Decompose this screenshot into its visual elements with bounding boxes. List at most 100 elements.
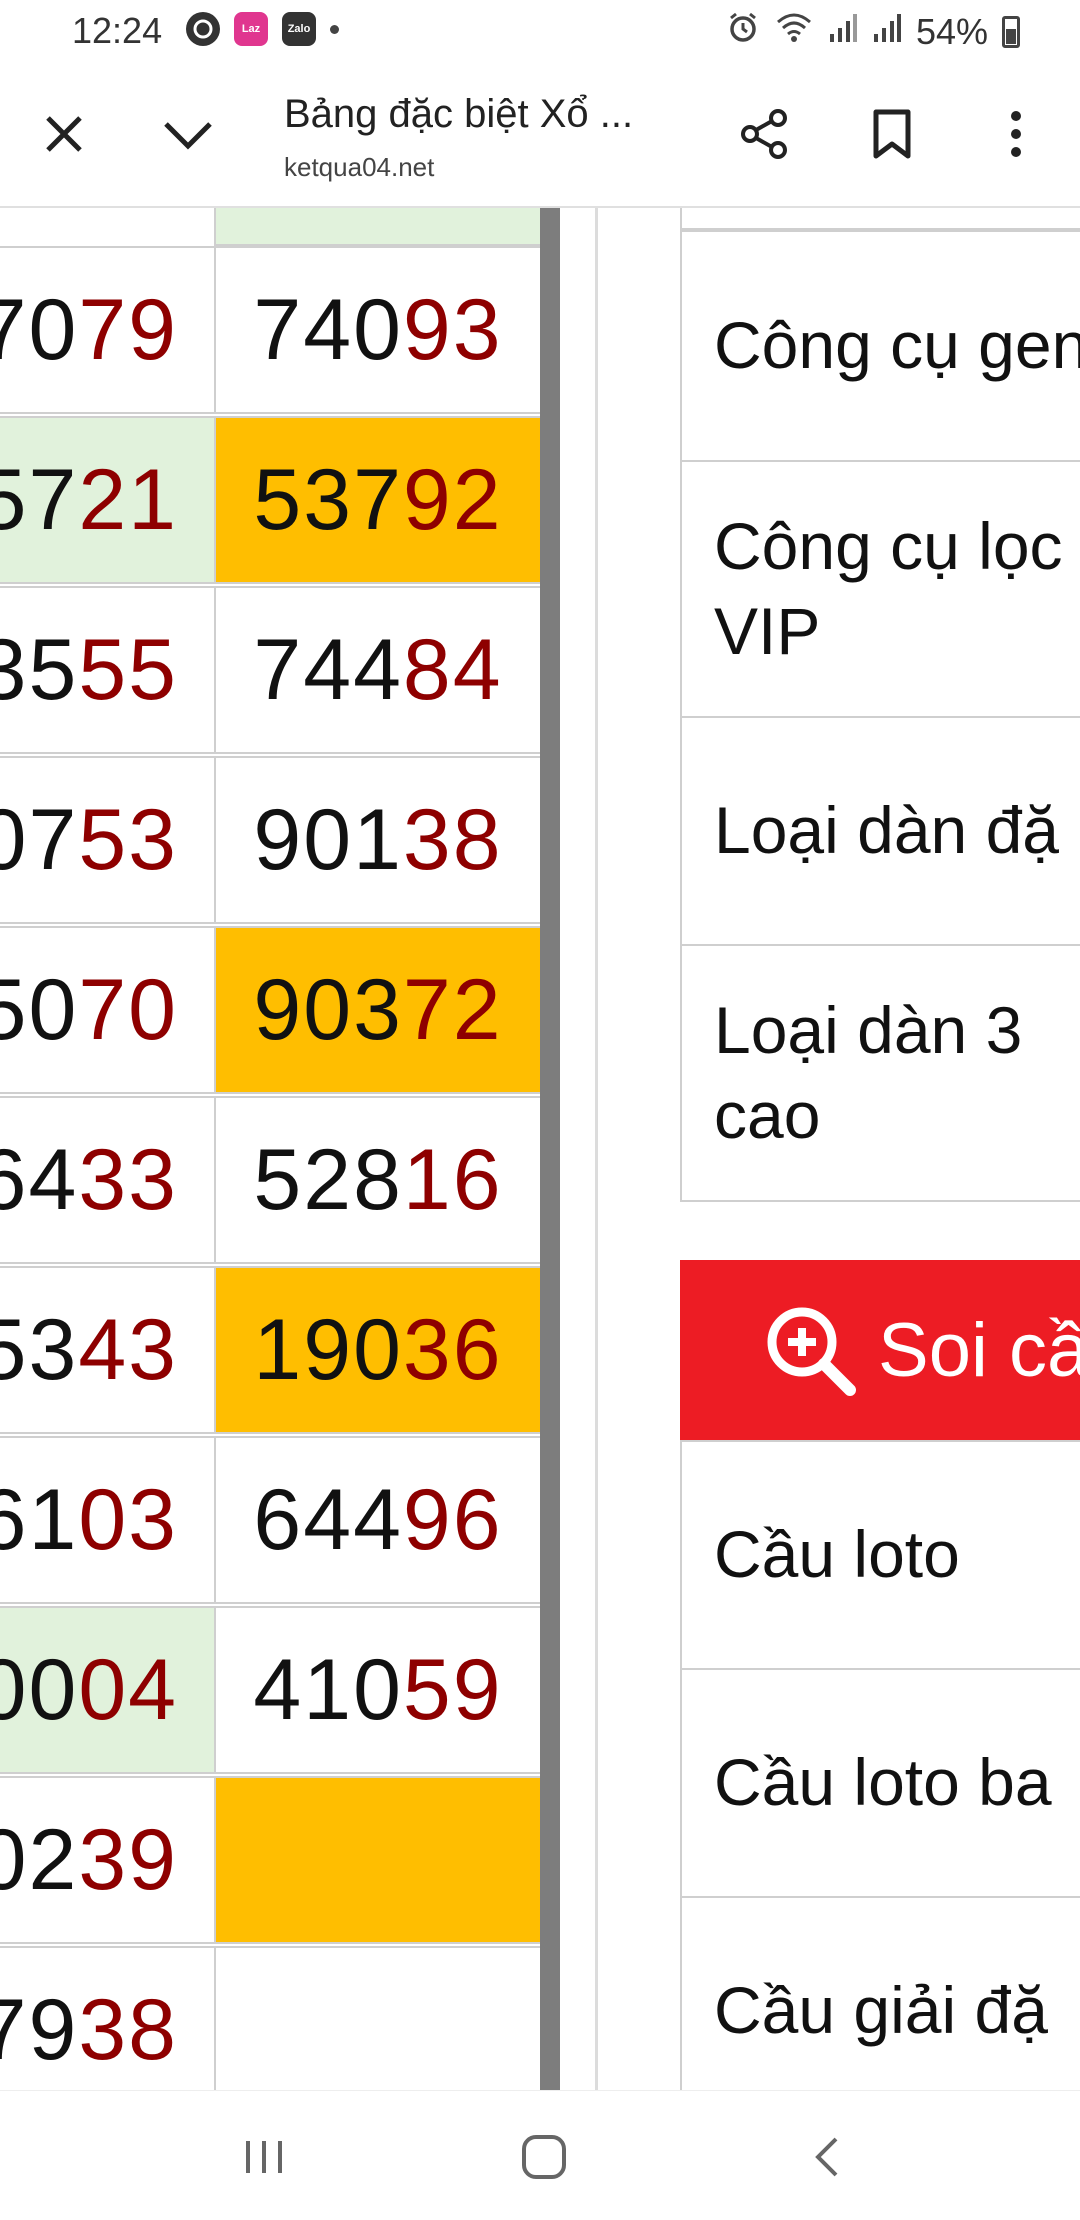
whatsapp-icon (186, 12, 220, 46)
recent-apps-button[interactable] (224, 2119, 304, 2195)
table-cell: 35 55 (0, 586, 216, 754)
more-options-button[interactable] (980, 98, 1052, 170)
home-icon (522, 2135, 566, 2179)
cell-digits-prefix: 02 (0, 1811, 79, 1908)
cell-digits-last-two: 03 (78, 1471, 178, 1568)
cell-digits-last-two: 16 (402, 1131, 503, 1228)
side-menu-item-label: Loại dàn đặ (714, 793, 1059, 868)
cell-digits-last-two: 38 (78, 1981, 178, 2078)
cell-digits-prefix: 53 (0, 1301, 79, 1398)
cell-digits-last-two: 96 (402, 1471, 503, 1568)
side-menu-item-label: Loại dàn 3 (714, 992, 1023, 1067)
wifi-icon (774, 10, 814, 53)
cell-digits-prefix: 410 (253, 1641, 403, 1738)
table-cell: 79 38 (0, 1946, 216, 2090)
lazada-label: Laz (241, 23, 261, 35)
status-notification-icons: Laz Zalo (186, 12, 339, 46)
cell-digits-prefix: 740 (253, 281, 403, 378)
table-cell: 50 70 (0, 926, 216, 1094)
battery-icon (1002, 15, 1020, 48)
soi-cau-button-label: Soi cầ (878, 1307, 1080, 1393)
cell-digits-prefix: 537 (253, 451, 403, 548)
cell-digits-last-two: 55 (78, 621, 178, 718)
table-cell: 190 36 (214, 1266, 542, 1434)
close-icon (46, 116, 82, 152)
side-menu-item-label: Cầu giải đặ (714, 1973, 1048, 2048)
back-button[interactable] (786, 2119, 866, 2195)
web-content: 70 79 740 93 57 21 537 92 35 55 744 84 07 53 901 38 50 70… (0, 208, 1080, 2090)
chevron-down-icon (164, 122, 212, 150)
close-button[interactable] (28, 98, 100, 170)
soi-cau-button[interactable]: Soi cầ (680, 1260, 1080, 1440)
signal-icon (828, 11, 858, 53)
cell-digits-prefix: 64 (0, 1131, 79, 1228)
browser-toolbar: Bảng đặc biệt Xổ ... ketqua04.net (0, 68, 1080, 208)
home-button[interactable] (504, 2119, 584, 2195)
signal-icon-2 (872, 11, 902, 53)
table-cell: 528 16 (214, 1096, 542, 1264)
cell-digits-last-two: 43 (78, 1301, 178, 1398)
alarm-icon (726, 10, 760, 53)
navigation-bar (0, 2090, 1080, 2220)
page-url: ketqua04.net (284, 152, 435, 182)
table-cell: 903 72 (214, 926, 542, 1094)
table-cell: 57 21 (0, 416, 216, 584)
zalo-icon: Zalo (282, 12, 316, 46)
cell-digits-prefix: 644 (253, 1471, 403, 1568)
side-menu-item[interactable]: Công cụ lọc VIP (680, 460, 1080, 718)
bookmark-button[interactable] (856, 98, 928, 170)
table-cell: 00 04 (0, 1606, 216, 1774)
side-menu-item-label: Cầu loto ba (714, 1745, 1052, 1820)
back-icon (815, 2137, 838, 2177)
minimize-button[interactable] (152, 98, 224, 170)
table-cell: 02 39 (0, 1776, 216, 1944)
cell-digits-last-two: 38 (402, 791, 503, 888)
share-icon (741, 109, 787, 159)
cell-digits-last-two: 84 (402, 621, 503, 718)
cell-digits-last-two: 53 (78, 791, 178, 888)
share-button[interactable] (728, 98, 800, 170)
cell-digits-last-two: 21 (78, 451, 178, 548)
status-system-icons: 54% (726, 10, 1020, 53)
side-menu-item[interactable]: Cầu giải đặ (680, 1896, 1080, 2090)
side-menu-item[interactable]: Loại dàn đặ (680, 716, 1080, 946)
side-menu-item-label: Công cụ gen (714, 308, 1080, 383)
page-title: Bảng đặc biệt Xổ ... (284, 92, 634, 136)
scroll-divider[interactable] (540, 208, 560, 2090)
cell-digits-prefix: 57 (0, 451, 79, 548)
side-menu-item[interactable]: Cầu loto (680, 1440, 1080, 1670)
table-cell: 07 53 (0, 756, 216, 924)
table-cell: 53 43 (0, 1266, 216, 1434)
cell-digits-prefix: 79 (0, 1981, 79, 2078)
table-top-strip (214, 208, 542, 246)
table-cell: 644 96 (214, 1436, 542, 1604)
cell-digits-last-two: 39 (78, 1811, 178, 1908)
bookmark-icon (873, 109, 911, 159)
recent-apps-icon (246, 2141, 282, 2173)
table-cell: 70 79 (0, 246, 216, 414)
cell-digits-last-two: 33 (78, 1131, 178, 1228)
side-menu-item-label-line2: cao (714, 1078, 821, 1152)
side-menu-top-strip (680, 208, 1080, 230)
cell-digits-last-two: 04 (78, 1641, 178, 1738)
zalo-label: Zalo (287, 23, 311, 35)
more-vert-icon (1011, 111, 1021, 157)
search-plus-icon (767, 1307, 856, 1396)
status-time: 12:24 (72, 10, 163, 51)
side-menu-item[interactable]: Loại dàn 3 cao (680, 944, 1080, 1202)
table-cell: 537 92 (214, 416, 542, 584)
cell-digits-last-two: 59 (402, 1641, 503, 1738)
table-cell: 64 33 (0, 1096, 216, 1264)
side-menu-item-label: Công cụ lọc (714, 508, 1063, 583)
cell-digits-prefix: 70 (0, 281, 79, 378)
cell-digits-last-two: 70 (78, 961, 178, 1058)
cell-digits-prefix: 744 (253, 621, 403, 718)
cell-digits-prefix: 903 (253, 961, 403, 1058)
side-menu-item[interactable]: Cầu loto ba (680, 1668, 1080, 1898)
cell-digits-last-two: 79 (78, 281, 178, 378)
cell-digits-prefix: 35 (0, 621, 79, 718)
column-divider (595, 208, 598, 2090)
side-menu-item[interactable]: Công cụ gen (680, 230, 1080, 462)
cell-digits-prefix: 901 (253, 791, 403, 888)
table-cell: 901 38 (214, 756, 542, 924)
